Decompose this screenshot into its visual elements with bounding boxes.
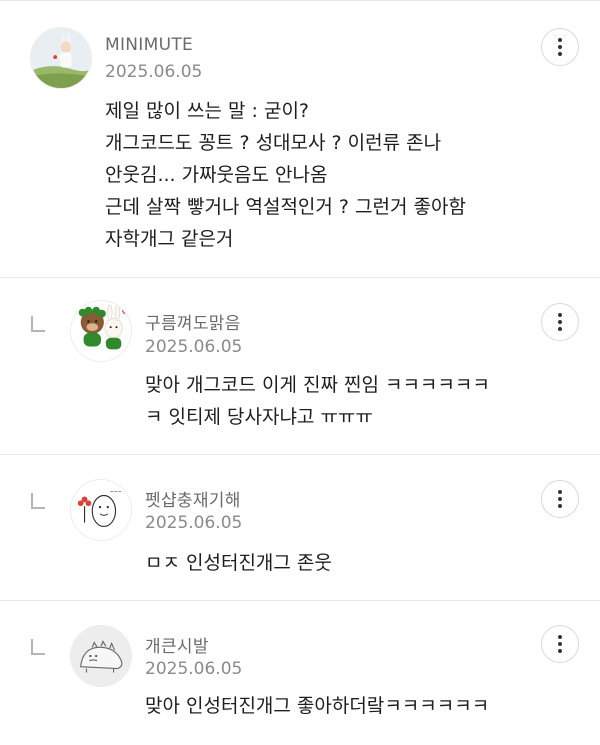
more-dot-icon	[558, 504, 562, 508]
reply-arrow-icon	[31, 493, 45, 509]
author-name[interactable]: 개큰시발	[145, 632, 209, 657]
avatar[interactable]: ~~~	[70, 479, 132, 541]
comment-date: 2025.06.05	[145, 513, 243, 533]
avatar[interactable]	[70, 625, 132, 687]
more-dot-icon	[558, 490, 562, 494]
more-dot-icon	[558, 497, 562, 501]
doodle-character-avatar-icon: ~~~	[71, 480, 131, 540]
more-dot-icon	[558, 313, 562, 317]
reply-arrow-icon	[31, 639, 45, 655]
dinosaur-doodle-avatar-icon	[71, 626, 131, 686]
more-dot-icon	[558, 45, 562, 49]
comment-reply: 개큰시발 2025.06.05 맞아 인성터진개그 좋아하더랔ㅋㅋㅋㅋㅋㅋ	[0, 600, 600, 745]
top-divider	[0, 0, 600, 4]
author-name[interactable]: 펫샵충재기해	[145, 486, 241, 511]
comment-text: 제일 많이 쓰는 말 : 굳이? 개그코드도 꽁트 ? 성대모사 ? 이런류 존…	[105, 100, 466, 250]
avatar[interactable]: ♥	[70, 300, 132, 362]
more-dot-icon	[558, 642, 562, 646]
avatar[interactable]	[30, 27, 92, 89]
svg-text:~~~: ~~~	[110, 491, 122, 496]
author-name[interactable]: MINIMUTE	[105, 35, 193, 55]
svg-text:♥: ♥	[121, 309, 127, 317]
more-dot-icon	[558, 320, 562, 324]
reply-arrow-icon	[31, 316, 45, 332]
bear-bunny-character-avatar-icon: ♥	[71, 301, 131, 361]
comment-reply: ♥ 구름껴도맑음 2025.06.05 맞아 개그코드 이게 진짜 찐임 ㅋㅋㅋ…	[0, 277, 600, 454]
comment-text: 맞아 인성터진개그 좋아하더랔ㅋㅋㅋㅋㅋㅋ	[145, 695, 490, 717]
more-options-button[interactable]	[541, 303, 579, 341]
comment-date: 2025.06.05	[145, 337, 243, 357]
comment-date: 2025.06.05	[145, 659, 243, 679]
more-options-button[interactable]	[541, 625, 579, 663]
comment-text: 맞아 개그코드 이게 진짜 찐임 ㅋㅋㅋㅋㅋㅋ ㅋ 잇티제 당사자냐고 ㅠㅠㅠ	[145, 374, 490, 428]
comment-reply: ~~~ 펫샵충재기해 2025.06.05 ㅁㅈ 인성터진개그 존웃	[0, 454, 600, 600]
person-outdoor-avatar-icon	[31, 28, 91, 88]
comment: MINIMUTE 2025.06.05 제일 많이 쓰는 말 : 굳이? 개그코…	[0, 5, 600, 277]
more-dot-icon	[558, 52, 562, 56]
more-dot-icon	[558, 327, 562, 331]
more-dot-icon	[558, 649, 562, 653]
more-options-button[interactable]	[541, 28, 579, 66]
comment-date: 2025.06.05	[105, 62, 203, 82]
comment-text: ㅁㅈ 인성터진개그 존웃	[145, 552, 332, 574]
more-dot-icon	[558, 635, 562, 639]
more-options-button[interactable]	[541, 480, 579, 518]
more-dot-icon	[558, 38, 562, 42]
author-name[interactable]: 구름껴도맑음	[145, 309, 241, 334]
